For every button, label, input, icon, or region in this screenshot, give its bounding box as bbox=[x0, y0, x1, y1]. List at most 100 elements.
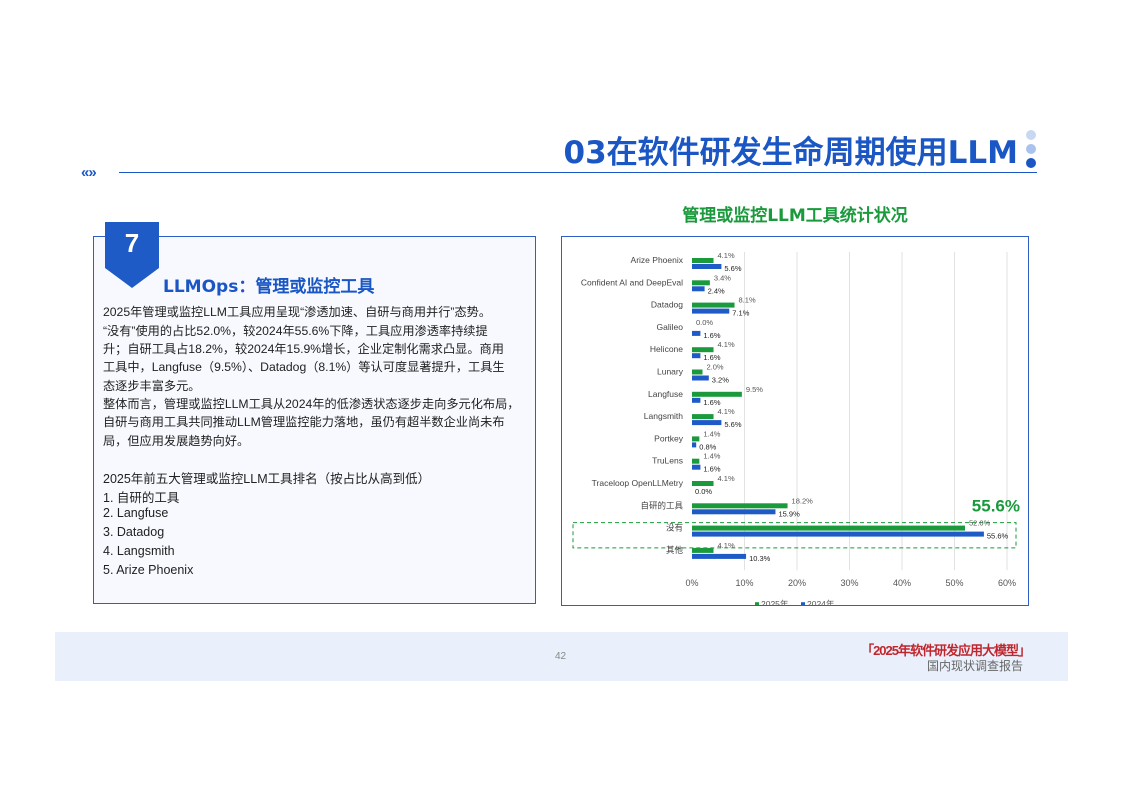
x-tick-label: 0% bbox=[685, 578, 698, 588]
category-label: 没有 bbox=[666, 523, 683, 533]
data-label: 52.0% bbox=[969, 519, 991, 528]
data-label: 1.4% bbox=[703, 452, 720, 461]
category-label: Langfuse bbox=[648, 389, 683, 399]
dots-decoration bbox=[1026, 130, 1038, 170]
bar bbox=[692, 481, 714, 486]
x-tick-label: 20% bbox=[788, 578, 806, 588]
paragraph-line: 局，但应用发展趋势向好。 bbox=[103, 434, 250, 448]
data-label: 2.4% bbox=[708, 286, 725, 295]
bar bbox=[692, 525, 965, 531]
bar bbox=[692, 286, 705, 292]
data-label: 4.1% bbox=[718, 340, 735, 349]
page-number: 42 bbox=[555, 651, 567, 662]
data-label: 15.9% bbox=[778, 509, 800, 518]
bar bbox=[692, 420, 722, 426]
category-label: 自研的工具 bbox=[640, 500, 683, 510]
category-label: Traceloop OpenLLMetry bbox=[592, 478, 684, 488]
data-label: 4.1% bbox=[718, 541, 735, 550]
paragraph-line: 自研与商用工具共同推动LLM管理监控能力落地，虽仍有超半数企业尚未布 bbox=[103, 415, 505, 429]
data-label: 1.6% bbox=[703, 331, 720, 340]
ranking-item: 5. Arize Phoenix bbox=[103, 563, 194, 577]
data-label: 3.2% bbox=[712, 376, 729, 385]
category-label: Portkey bbox=[654, 433, 684, 443]
x-tick-label: 60% bbox=[998, 578, 1016, 588]
bar bbox=[692, 414, 714, 420]
x-tick-label: 50% bbox=[945, 578, 963, 588]
bar bbox=[692, 509, 776, 515]
data-label: 1.6% bbox=[703, 353, 720, 362]
bar bbox=[692, 547, 714, 553]
bar bbox=[692, 330, 701, 336]
bar bbox=[692, 397, 701, 403]
ranking-item: 4. Langsmith bbox=[103, 544, 175, 558]
bar bbox=[692, 347, 714, 353]
bar bbox=[692, 531, 984, 537]
data-label: 1.6% bbox=[703, 465, 720, 474]
bar bbox=[692, 391, 742, 397]
legend-swatch bbox=[755, 602, 759, 607]
category-label: Lunary bbox=[657, 367, 684, 377]
header-divider bbox=[119, 172, 1037, 173]
legend-label: 2024年 bbox=[807, 599, 835, 605]
bar bbox=[692, 308, 730, 314]
paragraph-line: 工具中，Langfuse（9.5%）、Datadog（8.1%）等认可度显著提升… bbox=[103, 360, 505, 374]
bar bbox=[692, 280, 710, 286]
category-label: TruLens bbox=[652, 456, 683, 466]
x-tick-label: 10% bbox=[735, 578, 753, 588]
data-label: 7.1% bbox=[732, 309, 749, 318]
data-label: 10.3% bbox=[749, 554, 771, 563]
data-label: 5.6% bbox=[724, 264, 741, 273]
bar bbox=[692, 264, 722, 269]
page-title: 03在软件研发生命周期使用LLM bbox=[563, 135, 1019, 171]
highlight-label: 55.6% bbox=[972, 497, 1020, 516]
category-label: 其他 bbox=[666, 545, 684, 555]
category-label: Langsmith bbox=[644, 411, 683, 421]
badge-number: 7 bbox=[124, 228, 140, 258]
ranking-item: 2. Langfuse bbox=[103, 506, 169, 520]
data-label: 2.0% bbox=[707, 363, 724, 372]
data-label: 1.4% bbox=[703, 429, 720, 438]
data-label: 9.5% bbox=[746, 385, 763, 394]
data-label: 1.6% bbox=[703, 398, 720, 407]
data-label: 0.0% bbox=[695, 487, 712, 496]
bar bbox=[692, 553, 747, 559]
ranking-item: 3. Datadog bbox=[103, 525, 165, 539]
data-label: 0.0% bbox=[696, 318, 713, 327]
paragraph-line: 整体而言，管理或监控LLM工具从2024年的低渗透状态逐步走向多元化布局， bbox=[103, 397, 520, 411]
ranking-item: 1. 自研的工具 bbox=[103, 491, 180, 505]
data-label: 55.6% bbox=[987, 532, 1009, 541]
x-tick-label: 30% bbox=[840, 578, 858, 588]
data-label: 3.4% bbox=[714, 273, 731, 282]
data-label: 0.8% bbox=[699, 442, 716, 451]
bar bbox=[692, 436, 700, 442]
bar bbox=[692, 503, 788, 509]
double-chevron-icon: «» bbox=[81, 164, 97, 181]
data-label: 8.1% bbox=[739, 296, 756, 305]
chart-panel: 0% 10% 20% 30% 40% 50% 60% 55.6% Arize Phoenix 4.… bbox=[561, 236, 1029, 609]
paragraph-line: “没有”使用的占比52.0%，较2024年55.6%下降，工具应用渗透率持续提 bbox=[103, 324, 488, 338]
report-subtitle: 国内现状调查报告 bbox=[926, 659, 1023, 673]
x-tick-label: 40% bbox=[893, 578, 911, 588]
chart-title: 管理或监控LLM工具统计状况 bbox=[682, 206, 908, 226]
bar bbox=[692, 442, 697, 448]
data-label: 4.1% bbox=[718, 474, 735, 483]
category-label: Galileo bbox=[657, 322, 684, 332]
paragraph-line: 态逐步丰富多元。 bbox=[103, 379, 201, 393]
data-label: 5.6% bbox=[724, 420, 741, 429]
section-subtitle: LLMOps：管理或监控工具 bbox=[163, 277, 375, 297]
legend-swatch bbox=[801, 602, 805, 607]
paragraph-line: 2025年管理或监控LLM工具应用呈现“渗透加速、自研与商用并行”态势。 bbox=[103, 305, 492, 319]
ranking-title: 2025年前五大管理或监控LLM工具排名（按占比从高到低） bbox=[103, 472, 431, 486]
category-label: Helicone bbox=[650, 344, 683, 354]
bar bbox=[692, 258, 714, 263]
bar-chart: 0% 10% 20% 30% 40% 50% 60% 55.6% Arize Phoenix 4.… bbox=[572, 251, 1020, 609]
bar bbox=[692, 302, 735, 308]
data-label: 18.2% bbox=[792, 496, 814, 505]
bar bbox=[692, 458, 700, 464]
category-label: Datadog bbox=[651, 300, 683, 310]
category-label: Arize Phoenix bbox=[631, 255, 684, 265]
legend-label: 2025年 bbox=[761, 599, 789, 605]
bar bbox=[692, 353, 701, 359]
bar bbox=[692, 369, 703, 375]
bar bbox=[692, 464, 701, 470]
